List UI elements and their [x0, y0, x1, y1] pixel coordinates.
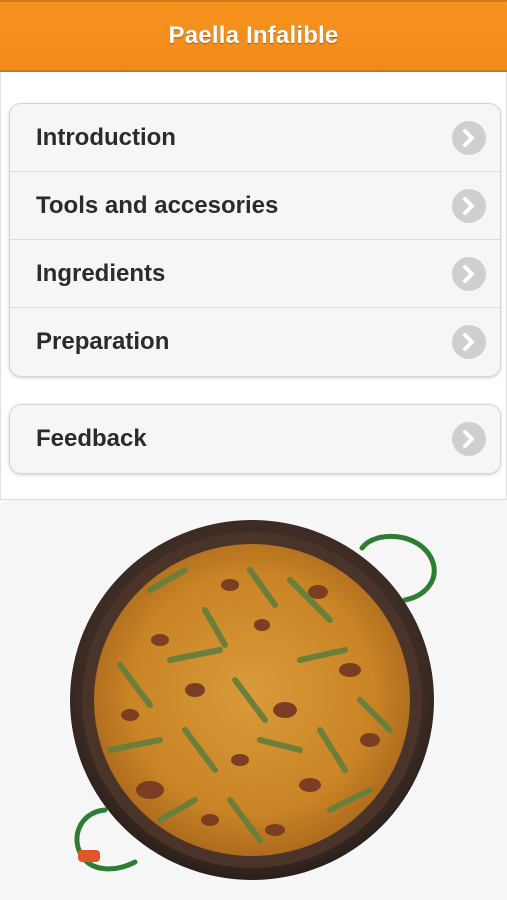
- chevron-right-icon: [452, 325, 486, 359]
- menu-item-tools[interactable]: Tools and accesories: [10, 172, 500, 240]
- paella-image: [0, 500, 507, 900]
- menu-item-label: Feedback: [36, 425, 147, 452]
- chevron-right-icon: [452, 422, 486, 456]
- menu-item-label: Ingredients: [36, 259, 166, 287]
- chevron-right-icon: [452, 120, 486, 155]
- menu-panel: Introduction Tools and accesories Ingred…: [0, 72, 507, 500]
- menu-item-ingredients[interactable]: Ingredients: [10, 240, 500, 308]
- menu-item-label: Introduction: [36, 123, 176, 151]
- feedback-list: Feedback: [9, 404, 501, 474]
- menu-item-label: Preparation: [36, 328, 170, 355]
- paella-pan-image: [70, 520, 437, 880]
- chevron-right-icon: [452, 256, 486, 291]
- menu-list: Introduction Tools and accesories Ingred…: [9, 103, 501, 377]
- menu-item-feedback[interactable]: Feedback: [10, 405, 500, 473]
- menu-item-introduction[interactable]: Introduction: [10, 104, 500, 172]
- page-title: Paella Infalible: [168, 22, 339, 49]
- app-header: Paella Infalible: [0, 0, 507, 72]
- menu-item-preparation[interactable]: Preparation: [10, 308, 500, 376]
- menu-item-label: Tools and accesories: [36, 191, 279, 219]
- chevron-right-icon: [452, 188, 486, 223]
